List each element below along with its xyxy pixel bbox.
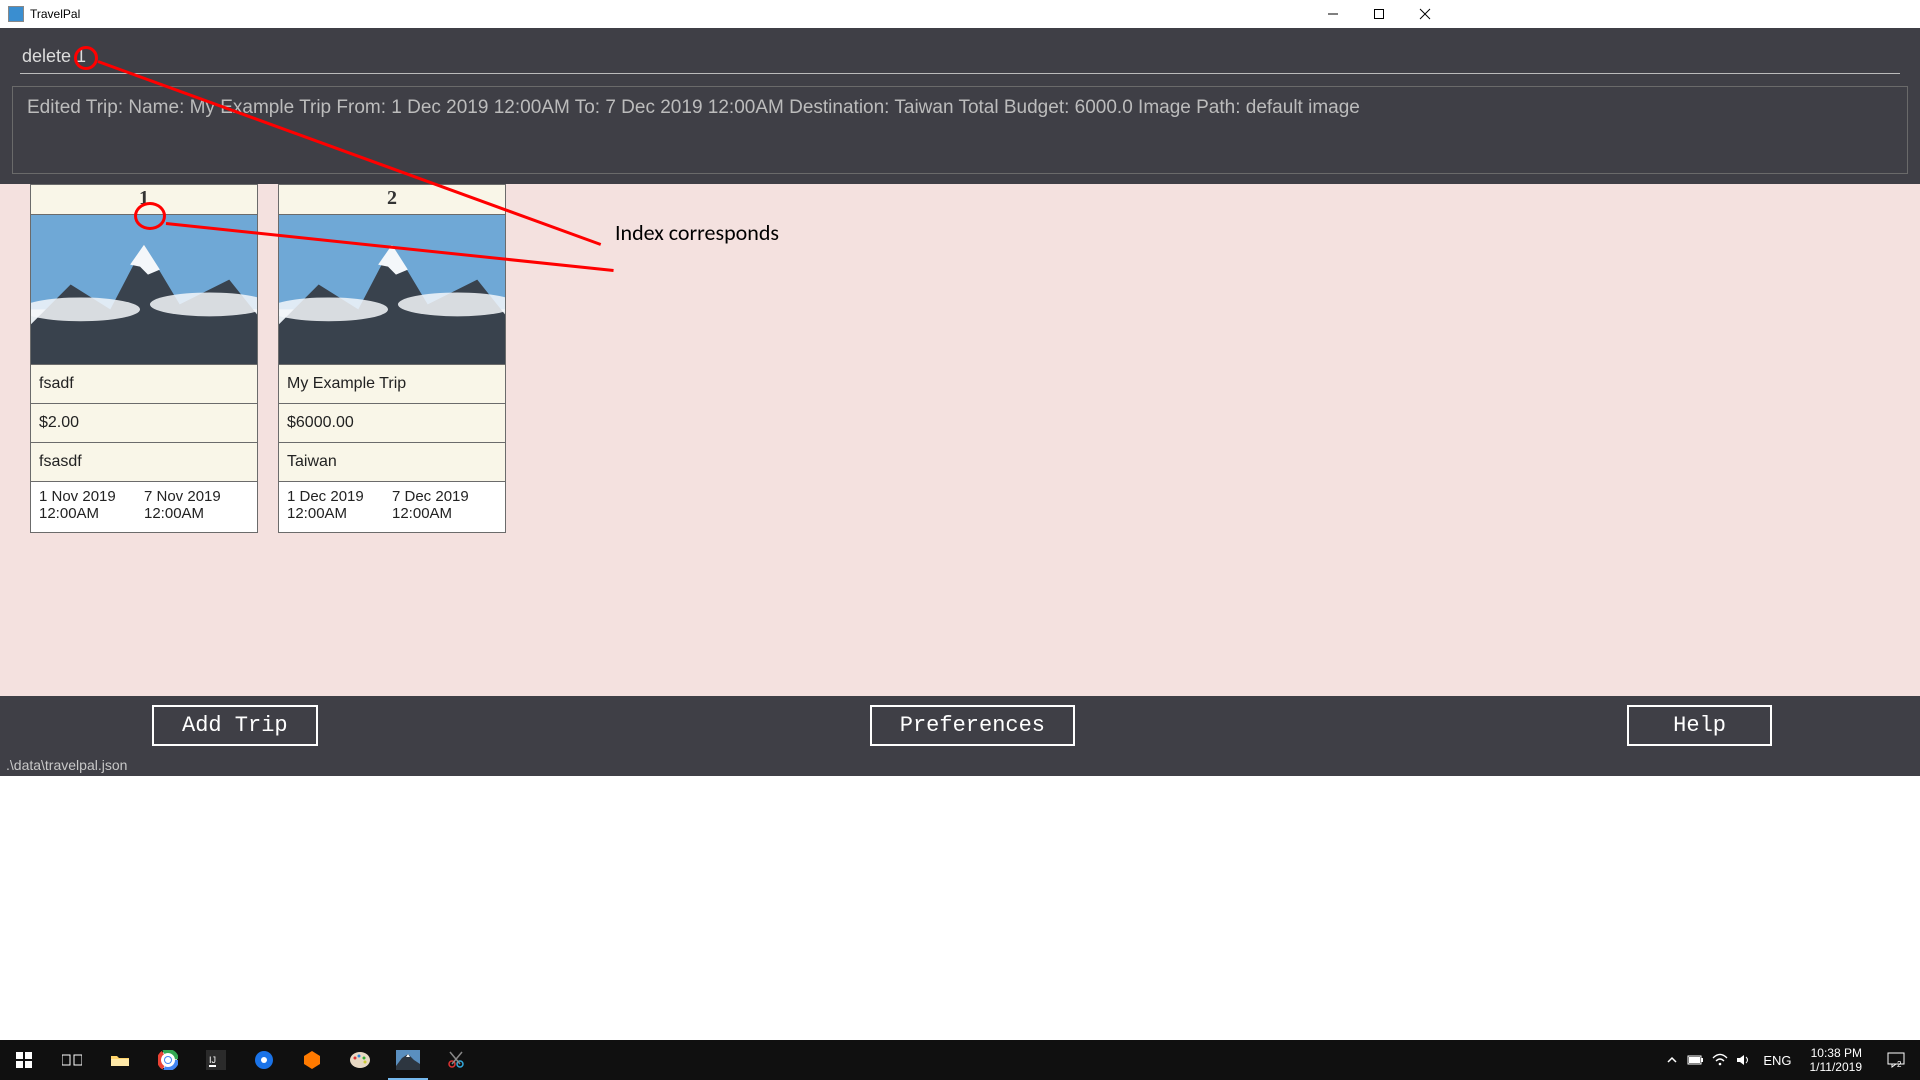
trip-from: 1 Dec 2019 12:00AM: [287, 488, 392, 522]
trips-panel: 1 fsadf $2.00 fsasdf 1 Nov 2019 12:00AM: [0, 184, 1920, 696]
window-controls: [1310, 0, 1448, 28]
trip-to: 7 Dec 2019 12:00AM: [392, 488, 497, 522]
palette-icon: [349, 1051, 371, 1069]
trip-card[interactable]: 1 fsadf $2.00 fsasdf 1 Nov 2019 12:00AM: [30, 184, 258, 533]
language-indicator[interactable]: ENG: [1759, 1053, 1795, 1068]
action-center-button[interactable]: 2: [1876, 1040, 1916, 1080]
annotation-label: Index corresponds: [615, 219, 779, 246]
intellij-icon: IJ: [206, 1050, 226, 1070]
trip-index: 1: [31, 185, 257, 215]
help-button[interactable]: Help: [1627, 705, 1772, 746]
taskbar-date: 1/11/2019: [1810, 1060, 1863, 1074]
windows-icon: [16, 1052, 32, 1068]
trip-budget: $6000.00: [279, 404, 505, 443]
taskview-icon: [62, 1052, 82, 1068]
taskbar-clock[interactable]: 10:38 PM 1/11/2019: [1802, 1046, 1871, 1074]
taskbar-right: ENG 10:38 PM 1/11/2019 2: [1663, 1040, 1920, 1080]
tray-chevron-icon[interactable]: [1663, 1051, 1681, 1069]
command-input[interactable]: [20, 42, 1900, 74]
result-display: Edited Trip: Name: My Example Trip From:…: [12, 86, 1908, 174]
trip-destination: Taiwan: [279, 443, 505, 482]
taskbar-left: IJ: [0, 1040, 480, 1080]
taskbar-time: 10:38 PM: [1810, 1046, 1863, 1060]
start-button[interactable]: [0, 1040, 48, 1080]
footer-bar: Add Trip Preferences Help: [0, 696, 1920, 754]
trip-destination: fsasdf: [31, 443, 257, 482]
status-bar: .\data\travelpal.json: [0, 754, 1920, 776]
app-button-orange[interactable]: [288, 1040, 336, 1080]
notification-icon: 2: [1886, 1051, 1906, 1069]
volume-icon[interactable]: [1735, 1051, 1753, 1069]
add-trip-button[interactable]: Add Trip: [152, 705, 318, 746]
window-title: TravelPal: [30, 7, 80, 21]
intellij-button[interactable]: IJ: [192, 1040, 240, 1080]
result-text: Edited Trip: Name: My Example Trip From:…: [27, 97, 1360, 118]
app-icon: [8, 6, 24, 22]
trip-to: 7 Nov 2019 12:00AM: [144, 488, 249, 522]
trip-budget: $2.00: [31, 404, 257, 443]
folder-icon: [110, 1052, 130, 1068]
command-area: [0, 28, 1920, 74]
trip-name: My Example Trip: [279, 365, 505, 404]
trip-image: [279, 215, 505, 365]
close-button[interactable]: [1402, 0, 1448, 28]
trip-image: [31, 215, 257, 365]
mountain-icon: [31, 215, 257, 364]
chrome-icon: [158, 1050, 178, 1070]
mountain-icon: [396, 1050, 420, 1070]
preferences-button[interactable]: Preferences: [870, 705, 1075, 746]
trip-index: 2: [279, 185, 505, 215]
svg-text:2: 2: [1897, 1060, 1902, 1069]
file-explorer-button[interactable]: [96, 1040, 144, 1080]
trip-dates: 1 Nov 2019 12:00AM 7 Nov 2019 12:00AM: [31, 482, 257, 532]
travelpal-taskbar-button[interactable]: [384, 1040, 432, 1080]
battery-icon[interactable]: [1687, 1051, 1705, 1069]
wifi-icon[interactable]: [1711, 1051, 1729, 1069]
status-path: .\data\travelpal.json: [6, 757, 127, 773]
mountain-icon: [279, 215, 505, 364]
trip-card[interactable]: 2 My Example Trip $6000.00 Taiwan 1 Dec …: [278, 184, 506, 533]
minimize-button[interactable]: [1310, 0, 1356, 28]
paint-button[interactable]: [336, 1040, 384, 1080]
trip-name: fsadf: [31, 365, 257, 404]
hexagon-icon: [302, 1050, 322, 1070]
chrome-button[interactable]: [144, 1040, 192, 1080]
svg-text:IJ: IJ: [209, 1055, 216, 1065]
snip-button[interactable]: [432, 1040, 480, 1080]
window-titlebar: TravelPal: [0, 0, 1456, 28]
windows-taskbar: IJ ENG 10:38 PM 1/11/2019 2: [0, 1040, 1920, 1080]
app-body: Edited Trip: Name: My Example Trip From:…: [0, 28, 1920, 776]
maps-button[interactable]: [240, 1040, 288, 1080]
location-icon: [254, 1050, 274, 1070]
trip-dates: 1 Dec 2019 12:00AM 7 Dec 2019 12:00AM: [279, 482, 505, 532]
maximize-button[interactable]: [1356, 0, 1402, 28]
scissors-icon: [446, 1050, 466, 1070]
trip-from: 1 Nov 2019 12:00AM: [39, 488, 144, 522]
task-view-button[interactable]: [48, 1040, 96, 1080]
